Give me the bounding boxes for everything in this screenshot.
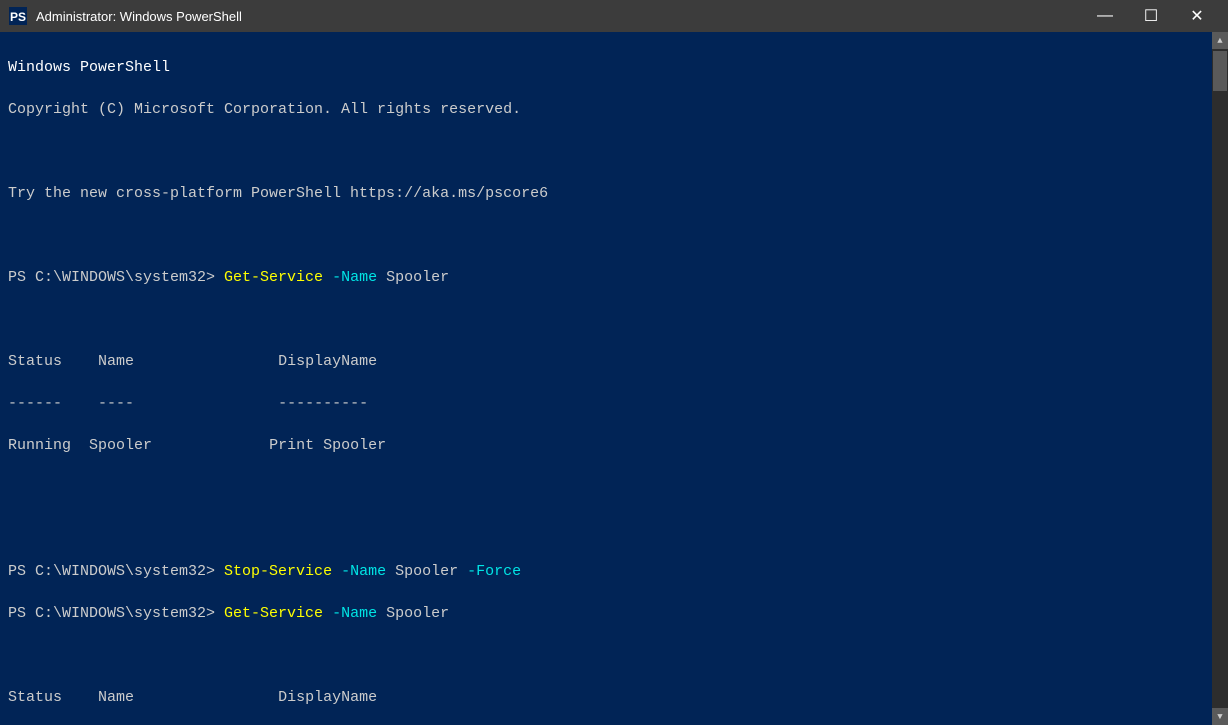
line-3	[8, 141, 1204, 162]
line-4: Try the new cross-platform PowerShell ht…	[8, 183, 1204, 204]
cmd3-line: PS C:\WINDOWS\system32> Get-Service -Nam…	[8, 603, 1204, 624]
col-status-1: Status	[8, 353, 62, 370]
row1-display: Print Spooler	[269, 437, 386, 454]
line-1: Windows PowerShell	[8, 57, 1204, 78]
col-display-1: DisplayName	[278, 353, 377, 370]
cmd1-line: PS C:\WINDOWS\system32> Get-Service -Nam…	[8, 267, 1204, 288]
col-display-2: DisplayName	[278, 689, 377, 706]
close-button[interactable]: ✕	[1174, 0, 1220, 32]
cmd2-arg1: Spooler	[395, 563, 458, 580]
line-2: Copyright (C) Microsoft Corporation. All…	[8, 99, 1204, 120]
blank-4	[8, 645, 1204, 666]
powershell-window: PS Administrator: Windows PowerShell — ☐…	[0, 0, 1228, 725]
header-row-1: Status Name DisplayName	[8, 351, 1204, 372]
cmd2-name: Stop-Service	[224, 563, 332, 580]
cmd3-arg: Spooler	[386, 605, 449, 622]
cmd1-name: Get-Service	[224, 269, 323, 286]
blank-2	[8, 477, 1204, 498]
window-title: Administrator: Windows PowerShell	[36, 9, 1082, 24]
col-name-1: Name	[98, 353, 134, 370]
scrollbar: ▲ ▼	[1212, 32, 1228, 725]
scroll-thumb[interactable]	[1213, 51, 1227, 91]
maximize-button[interactable]: ☐	[1128, 0, 1174, 32]
content-area: Windows PowerShell Copyright (C) Microso…	[0, 32, 1228, 725]
cmd3-param: -Name	[323, 605, 386, 622]
blank-1	[8, 309, 1204, 330]
sep-status-1: ------	[8, 395, 62, 412]
row1-name: Spooler	[89, 437, 152, 454]
blank-3	[8, 519, 1204, 540]
sep-display-1: ----------	[278, 395, 368, 412]
col-status-2: Status	[8, 689, 62, 706]
scroll-down-button[interactable]: ▼	[1212, 708, 1228, 725]
cmd1-arg: Spooler	[386, 269, 449, 286]
line-5	[8, 225, 1204, 246]
cmd3-name: Get-Service	[224, 605, 323, 622]
data-row-1: Running Spooler Print Spooler	[8, 435, 1204, 456]
cmd2-line: PS C:\WINDOWS\system32> Stop-Service -Na…	[8, 561, 1204, 582]
prompt-1: PS C:\WINDOWS\system32>	[8, 269, 224, 286]
row1-status: Running	[8, 437, 71, 454]
title-bar: PS Administrator: Windows PowerShell — ☐…	[0, 0, 1228, 32]
cmd1-param: -Name	[323, 269, 386, 286]
header-row-2: Status Name DisplayName	[8, 687, 1204, 708]
cmd2-param1: -Name	[332, 563, 395, 580]
sep-row-1: ------ ---- ----------	[8, 393, 1204, 414]
powershell-icon: PS	[8, 6, 28, 26]
svg-text:PS: PS	[10, 10, 26, 24]
minimize-button[interactable]: —	[1082, 0, 1128, 32]
cmd2-param2: -Force	[458, 563, 521, 580]
scroll-up-button[interactable]: ▲	[1212, 32, 1228, 49]
scroll-track[interactable]	[1212, 49, 1228, 708]
col-name-2: Name	[98, 689, 134, 706]
window-controls: — ☐ ✕	[1082, 0, 1220, 32]
prompt-3: PS C:\WINDOWS\system32>	[8, 605, 224, 622]
sep-name-1: ----	[98, 395, 134, 412]
prompt-2: PS C:\WINDOWS\system32>	[8, 563, 224, 580]
terminal-output[interactable]: Windows PowerShell Copyright (C) Microso…	[0, 32, 1212, 725]
